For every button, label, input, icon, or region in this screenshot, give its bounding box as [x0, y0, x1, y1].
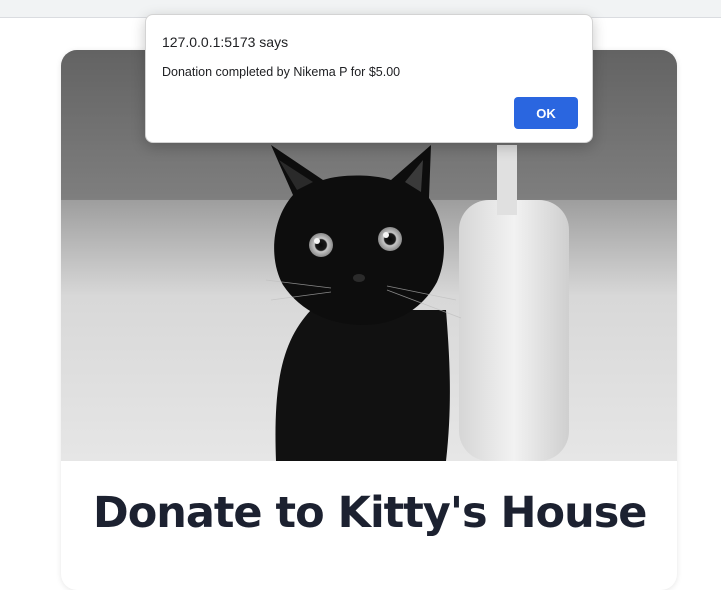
alert-dialog: 127.0.0.1:5173 says Donation completed b…	[145, 14, 593, 143]
ok-button[interactable]: OK	[514, 97, 578, 129]
alert-origin-title: 127.0.0.1:5173 says	[162, 34, 289, 50]
page-title: Donate to Kitty's House	[93, 488, 647, 538]
alert-message: Donation completed by Nikema P for $5.00	[162, 65, 401, 79]
